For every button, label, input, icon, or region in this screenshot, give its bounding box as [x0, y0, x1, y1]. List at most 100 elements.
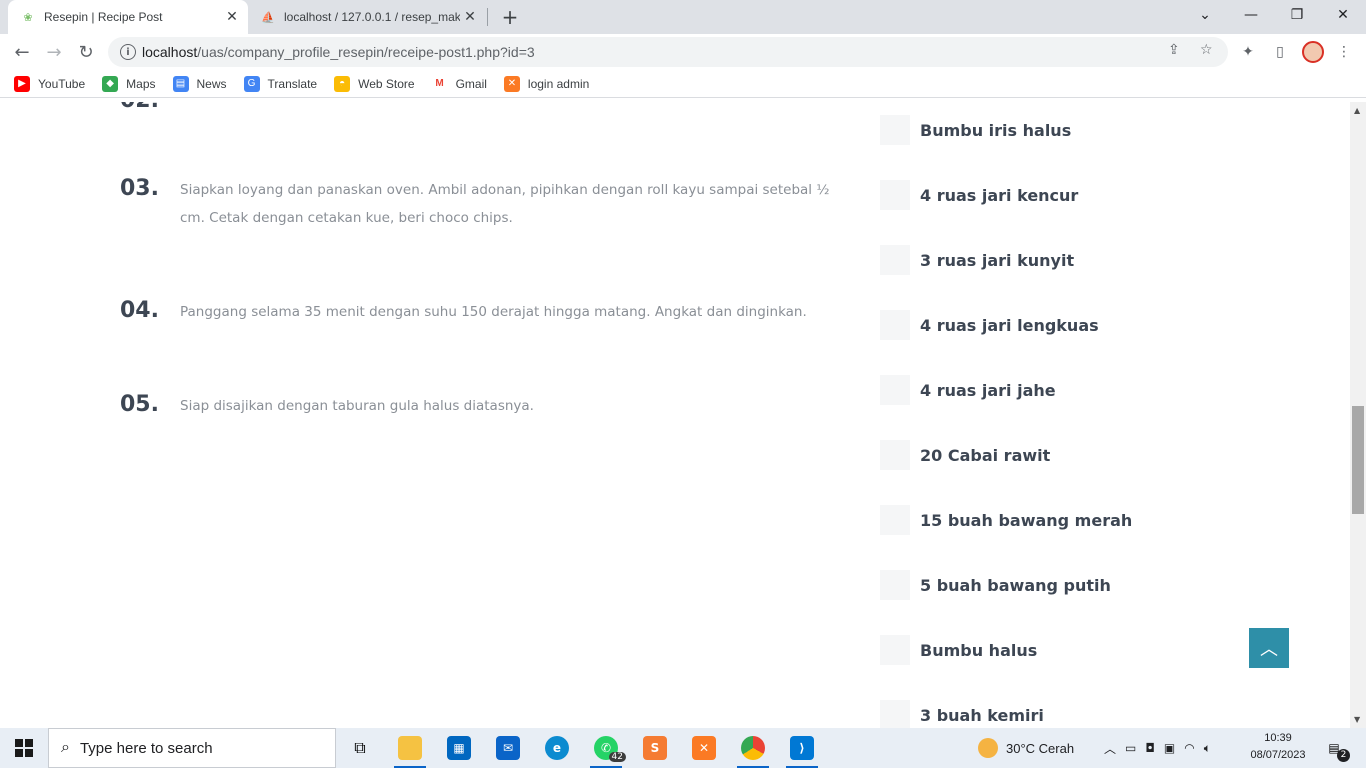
step-item: 05. Siap disajikan dengan taburan gula h… — [120, 392, 840, 420]
ingredient-checkbox[interactable] — [880, 440, 910, 470]
scroll-down-icon[interactable]: ▼ — [1354, 715, 1360, 724]
bookmark-translate[interactable]: G Translate — [243, 75, 317, 92]
folder-icon — [398, 736, 422, 760]
sublime-app[interactable]: S — [631, 728, 679, 768]
ingredient-label: 3 ruas jari kunyit — [920, 250, 1075, 270]
ingredient-checkbox[interactable] — [880, 570, 910, 600]
site-info-icon[interactable]: i — [120, 44, 136, 60]
step-number: 04. — [120, 298, 159, 323]
tab-search-button[interactable]: ⌄ — [1182, 0, 1228, 30]
bookmark-youtube[interactable]: ▶ YouTube — [14, 75, 85, 92]
share-icon[interactable]: ⇪ — [1168, 42, 1180, 58]
wifi-icon[interactable]: ◠ — [1184, 741, 1194, 755]
tab-strip: ❀ Resepin | Recipe Post ✕ ⛵ localhost / … — [0, 0, 1366, 34]
ingredient-item[interactable]: 15 buah bawang merah — [880, 505, 1132, 535]
bookmark-news[interactable]: ▤ News — [172, 75, 227, 92]
vscode-app[interactable]: ⟩ — [778, 728, 826, 768]
ingredient-item[interactable]: Bumbu halus — [880, 635, 1037, 665]
side-panel-icon[interactable]: ▯ — [1270, 42, 1290, 62]
back-button[interactable]: ← — [8, 38, 36, 66]
step-item: 03. Siapkan loyang dan panaskan oven. Am… — [120, 176, 840, 232]
clock[interactable]: 10:39 08/07/2023 — [1246, 730, 1310, 766]
ingredient-checkbox[interactable] — [880, 505, 910, 535]
edge-app[interactable]: e — [533, 728, 581, 768]
ingredient-label: 15 buah bawang merah — [920, 510, 1133, 530]
phpmyadmin-favicon-icon: ⛵ — [261, 10, 275, 24]
step-number: 03. — [120, 176, 159, 201]
bookmark-star-icon[interactable]: ☆ — [1200, 42, 1213, 58]
close-tab-icon[interactable]: ✕ — [222, 7, 242, 27]
chevron-up-icon: ︿ — [1260, 639, 1278, 660]
xampp-app[interactable]: ✕ — [680, 728, 728, 768]
battery-icon[interactable]: ▭ — [1125, 741, 1136, 755]
whatsapp-app[interactable]: ✆ 42 — [582, 728, 630, 768]
step-number: 05. — [120, 392, 159, 417]
bookmark-gmail[interactable]: M Gmail — [431, 75, 487, 92]
bookmark-webstore[interactable]: ◓ Web Store — [334, 75, 415, 92]
extensions-icon[interactable]: ✦ — [1238, 42, 1258, 62]
ingredient-checkbox[interactable] — [880, 180, 910, 210]
ingredient-checkbox[interactable] — [880, 310, 910, 340]
ingredient-item[interactable]: 4 ruas jari jahe — [880, 375, 1056, 405]
ingredient-item[interactable]: 4 ruas jari lengkuas — [880, 310, 1099, 340]
tab-separator — [487, 8, 488, 26]
notification-count: 2 — [1337, 749, 1350, 762]
ingredient-item[interactable]: Bumbu iris halus — [880, 115, 1071, 145]
menu-icon[interactable]: ⋮ — [1334, 42, 1354, 62]
weather-text: 30°C Cerah — [1006, 740, 1075, 756]
task-view-icon: ⧉ — [354, 738, 366, 757]
ingredient-item[interactable]: 4 ruas jari kencur — [880, 180, 1078, 210]
page-scrollbar[interactable]: ▲ ▼ — [1350, 102, 1366, 728]
taskbar-search-box[interactable]: ⌕ Type here to search — [48, 728, 336, 768]
display-icon[interactable]: ▣ — [1164, 741, 1175, 755]
ingredient-label: 4 ruas jari jahe — [920, 380, 1056, 400]
ingredient-item[interactable]: 20 Cabai rawit — [880, 440, 1050, 470]
profile-avatar[interactable] — [1302, 41, 1324, 63]
meet-icon[interactable]: ◘ — [1145, 741, 1155, 755]
close-tab-icon[interactable]: ✕ — [460, 7, 480, 27]
new-tab-button[interactable]: + — [498, 5, 522, 29]
file-explorer-app[interactable] — [386, 728, 434, 768]
ingredient-label: 20 Cabai rawit — [920, 445, 1051, 465]
scroll-to-top-button[interactable]: ︿ — [1249, 628, 1289, 668]
reload-button[interactable]: ↻ — [72, 38, 100, 66]
forward-button[interactable]: → — [40, 38, 68, 66]
chevron-up-icon[interactable]: ︿ — [1104, 740, 1116, 757]
volume-icon[interactable]: 🔈︎ — [1204, 741, 1211, 756]
ingredient-item[interactable]: 3 ruas jari kunyit — [880, 245, 1074, 275]
ingredient-label: 3 buah kemiri — [920, 705, 1044, 725]
youtube-icon: ▶ — [14, 75, 30, 92]
ingredient-checkbox[interactable] — [880, 115, 910, 145]
ingredient-checkbox[interactable] — [880, 635, 910, 665]
close-window-button[interactable]: ✕ — [1320, 0, 1366, 30]
restore-button[interactable]: ❐ — [1274, 0, 1320, 30]
address-bar[interactable]: i localhost/uas/company_profile_resepin/… — [108, 37, 1228, 67]
tab-title: localhost / 127.0.0.1 / resep_mak — [284, 10, 460, 24]
mail-app[interactable]: ✉ — [484, 728, 532, 768]
ingredient-checkbox[interactable] — [880, 700, 910, 728]
weather-widget[interactable]: 30°C Cerah — [978, 728, 1074, 768]
ms-store-app[interactable]: ▦ — [435, 728, 483, 768]
tab-resepin[interactable]: ❀ Resepin | Recipe Post ✕ — [8, 0, 248, 34]
bookmark-maps[interactable]: ◆ Maps — [102, 75, 156, 92]
ingredient-label: Bumbu halus — [920, 640, 1038, 660]
ingredient-item[interactable]: 5 buah bawang putih — [880, 570, 1111, 600]
ingredient-checkbox[interactable] — [880, 245, 910, 275]
ingredient-checkbox[interactable] — [880, 375, 910, 405]
mail-icon: ✉ — [496, 736, 520, 760]
task-view-button[interactable]: ⧉ — [336, 728, 384, 768]
tab-phpmyadmin[interactable]: ⛵ localhost / 127.0.0.1 / resep_mak ✕ — [250, 0, 486, 34]
scrollbar-thumb[interactable] — [1352, 406, 1364, 514]
ingredient-label: 4 ruas jari lengkuas — [920, 315, 1099, 335]
notification-center-button[interactable]: ▤ 2 — [1322, 736, 1350, 762]
windows-logo-icon — [15, 739, 33, 757]
scroll-up-icon[interactable]: ▲ — [1354, 106, 1360, 115]
minimize-button[interactable]: — — [1228, 0, 1274, 30]
start-button[interactable] — [0, 728, 48, 768]
bookmark-login-admin[interactable]: ✕ login admin — [503, 75, 589, 92]
bookmark-label: Maps — [126, 76, 156, 91]
ingredient-item[interactable]: 3 buah kemiri — [880, 700, 1044, 728]
ingredient-label: 5 buah bawang putih — [920, 575, 1111, 595]
step-02-partial: 02. — [120, 102, 180, 113]
chrome-app[interactable] — [729, 728, 777, 768]
